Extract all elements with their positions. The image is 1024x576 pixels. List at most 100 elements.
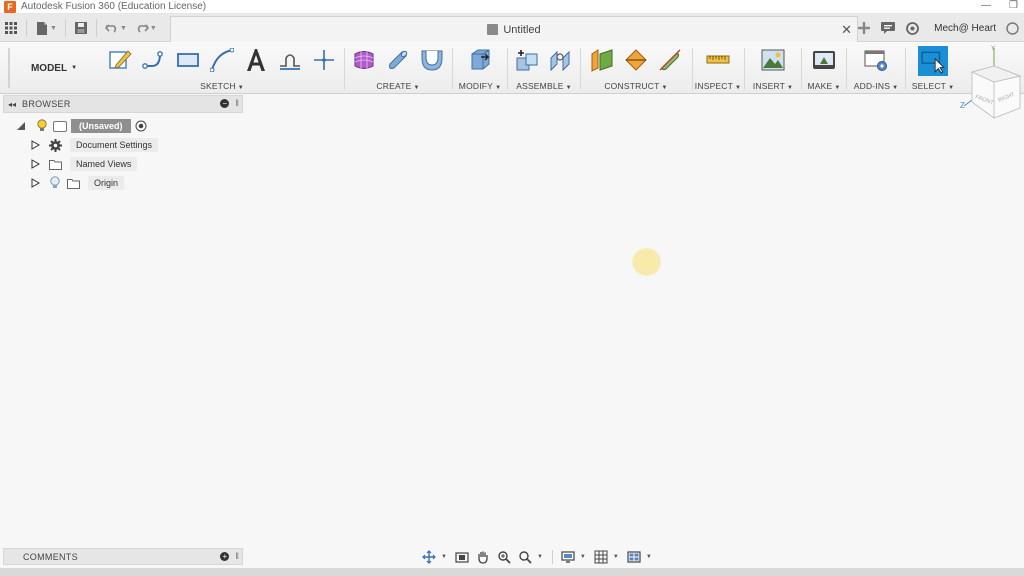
new-tab-plus-icon[interactable] xyxy=(856,20,872,36)
chevron-down-icon[interactable]: ▼ xyxy=(834,85,840,91)
chevron-down-icon[interactable]: ▼ xyxy=(735,85,741,91)
pipe-cylinder-icon[interactable] xyxy=(385,47,411,73)
chevron-down-icon[interactable]: ▼ xyxy=(413,85,419,91)
expanded-triangle-icon[interactable] xyxy=(16,121,26,131)
press-pull-icon[interactable] xyxy=(467,47,493,73)
chevron-down-icon[interactable]: ▼ xyxy=(238,85,244,91)
scripts-add-ins-icon[interactable] xyxy=(863,47,889,73)
display-settings-icon[interactable] xyxy=(559,549,577,565)
pin-icon[interactable]: ‖ xyxy=(235,551,239,561)
chevron-down-icon[interactable]: ▼ xyxy=(787,85,793,91)
plane-at-angle-icon[interactable] xyxy=(623,47,649,73)
help-icon[interactable] xyxy=(1004,20,1020,36)
chevron-down-icon[interactable]: ▼ xyxy=(495,85,501,91)
minus-icon[interactable]: − xyxy=(220,98,230,108)
root-component-label[interactable]: (Unsaved) xyxy=(71,119,131,133)
chevron-down-icon: ▼ xyxy=(71,65,78,71)
group-label-select[interactable]: SELECT xyxy=(912,81,946,91)
group-label-make[interactable]: MAKE xyxy=(807,81,832,91)
pan-hand-icon[interactable] xyxy=(474,549,492,565)
window-title: Autodesk Fusion 360 (Education License) xyxy=(21,1,207,12)
chevron-down-icon[interactable]: ▼ xyxy=(150,25,157,32)
tree-item-label[interactable]: Named Views xyxy=(70,157,138,171)
group-label-add-ins[interactable]: ADD-INS xyxy=(854,81,890,91)
toolbar-group-sketch: SKETCH ▼ xyxy=(100,42,344,94)
viewports-icon[interactable] xyxy=(625,549,643,565)
chevron-down-icon[interactable]: ▼ xyxy=(537,554,543,560)
minimize-button[interactable]: — xyxy=(981,0,991,11)
collapsed-triangle-icon[interactable] xyxy=(30,159,40,169)
tab-title: Untitled xyxy=(503,23,541,36)
zoom-icon[interactable] xyxy=(495,549,513,565)
lightbulb-icon[interactable] xyxy=(36,119,48,133)
revolve-shell-icon[interactable] xyxy=(419,47,445,73)
axis-through-cylinder-icon[interactable] xyxy=(657,47,683,73)
create-form-icon[interactable] xyxy=(351,47,377,73)
toolbar-group-assemble: ASSEMBLE ▼ xyxy=(508,42,580,94)
tree-root-row[interactable]: (Unsaved) xyxy=(16,117,147,135)
text-icon[interactable] xyxy=(243,47,269,73)
chevron-down-icon[interactable]: ▼ xyxy=(580,554,586,560)
workspace-switcher[interactable]: MODEL ▼ xyxy=(8,48,98,88)
chevron-down-icon[interactable]: ▼ xyxy=(646,554,652,560)
create-sketch-icon[interactable] xyxy=(107,47,133,73)
tree-item-named-views[interactable]: Named Views xyxy=(30,155,138,173)
lightbulb-off-icon[interactable] xyxy=(49,176,61,190)
offset-icon[interactable] xyxy=(277,47,303,73)
view-cube[interactable]: Y Z FRONT RIGHT xyxy=(958,44,1024,122)
divider xyxy=(551,550,553,564)
tree-item-document-settings[interactable]: Document Settings xyxy=(30,136,159,154)
collapse-panel-icon[interactable]: ◂◂ xyxy=(8,100,16,109)
group-label-construct[interactable]: CONSTRUCT xyxy=(604,81,659,91)
job-status-icon[interactable] xyxy=(880,20,896,36)
chevron-down-icon[interactable]: ▼ xyxy=(120,25,127,32)
chevron-down-icon[interactable]: ▼ xyxy=(662,85,668,91)
add-comment-icon[interactable]: + xyxy=(220,551,230,561)
collapsed-triangle-icon[interactable] xyxy=(30,178,40,188)
group-label-modify[interactable]: MODIFY xyxy=(459,81,493,91)
close-icon[interactable]: ✕ xyxy=(841,22,852,38)
chevron-down-icon[interactable]: ▼ xyxy=(892,85,898,91)
data-panel-grid-icon[interactable] xyxy=(0,17,22,39)
quick-access-bar: ▼ ▼ ▼ Untitled ✕ Mech@ Heart xyxy=(0,14,1024,42)
sketch-point-icon[interactable] xyxy=(311,47,337,73)
grid-snaps-icon[interactable] xyxy=(592,549,610,565)
rectangle-icon[interactable] xyxy=(175,47,201,73)
orbit-icon[interactable] xyxy=(420,549,438,565)
chevron-down-icon[interactable]: ▼ xyxy=(948,85,954,91)
spline-icon[interactable] xyxy=(209,47,235,73)
look-at-icon[interactable] xyxy=(453,549,471,565)
user-account-name[interactable]: Mech@ Heart xyxy=(934,23,996,34)
tree-item-label[interactable]: Origin xyxy=(88,176,125,190)
tab-untitled[interactable]: Untitled ✕ xyxy=(170,16,858,42)
chevron-down-icon[interactable]: ▼ xyxy=(441,554,447,560)
line-icon[interactable] xyxy=(141,47,167,73)
chevron-down-icon[interactable]: ▼ xyxy=(566,85,572,91)
activate-radio-icon[interactable] xyxy=(135,120,147,132)
divider xyxy=(64,19,66,37)
group-label-inspect[interactable]: INSPECT xyxy=(695,81,733,91)
measure-icon[interactable] xyxy=(705,47,731,73)
3d-print-icon[interactable] xyxy=(811,47,837,73)
tree-item-label[interactable]: Document Settings xyxy=(70,138,159,152)
chevron-down-icon[interactable]: ▼ xyxy=(613,554,619,560)
joint-icon[interactable] xyxy=(548,47,574,73)
insert-image-icon[interactable] xyxy=(760,47,786,73)
tree-item-origin[interactable]: Origin xyxy=(30,174,125,192)
fit-zoom-icon[interactable] xyxy=(516,549,534,565)
folder-icon xyxy=(67,178,80,189)
group-label-assemble[interactable]: ASSEMBLE xyxy=(516,81,563,91)
collapsed-triangle-icon[interactable] xyxy=(30,140,40,150)
maximize-button[interactable]: ❐ xyxy=(1009,0,1018,11)
pin-icon[interactable]: ‖ xyxy=(235,98,239,108)
cursor-highlight xyxy=(632,248,661,276)
new-component-icon[interactable] xyxy=(514,47,540,73)
group-label-sketch[interactable]: SKETCH xyxy=(200,81,236,91)
group-label-insert[interactable]: INSERT xyxy=(753,81,785,91)
chevron-down-icon[interactable]: ▼ xyxy=(50,25,57,32)
select-tool-icon[interactable] xyxy=(918,46,948,76)
offset-plane-icon[interactable] xyxy=(589,47,615,73)
clock-history-icon[interactable] xyxy=(904,20,920,36)
save-icon[interactable] xyxy=(70,17,92,39)
group-label-create[interactable]: CREATE xyxy=(376,81,411,91)
